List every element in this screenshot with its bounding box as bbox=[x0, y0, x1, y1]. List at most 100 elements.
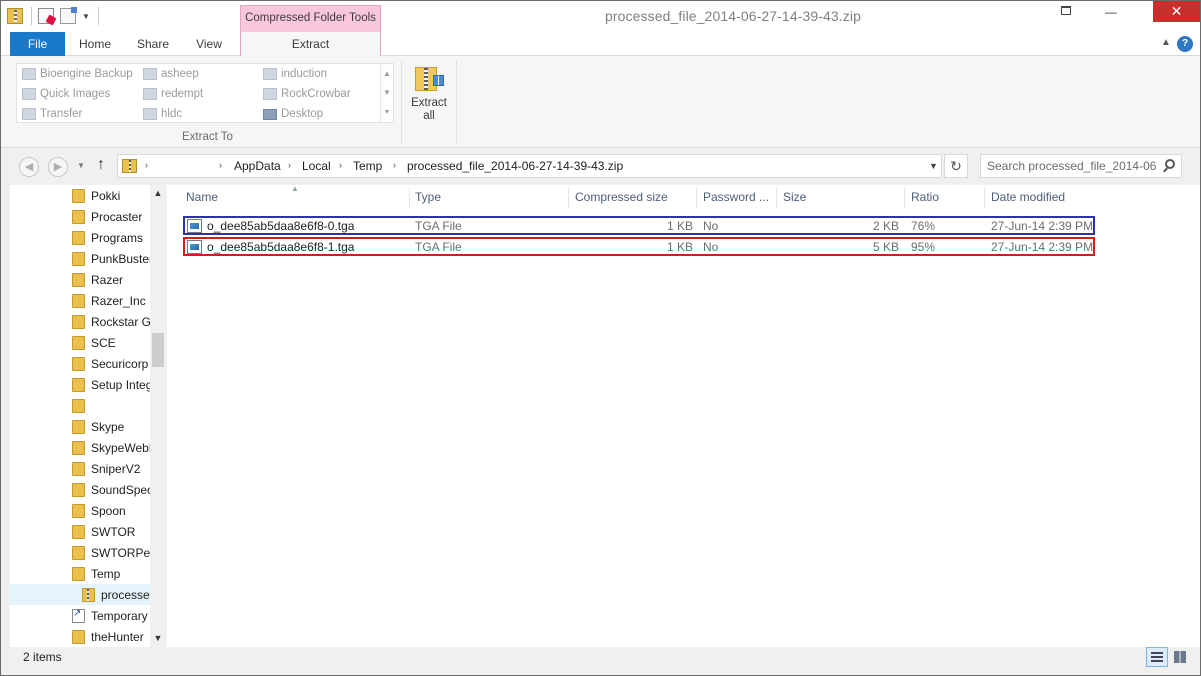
tree-item-selected[interactable]: processe bbox=[10, 584, 150, 605]
extract-to-label: Transfer bbox=[40, 108, 83, 120]
column-divider[interactable] bbox=[568, 188, 569, 208]
tab-view[interactable]: View bbox=[181, 32, 237, 56]
file-size: 5 KB bbox=[873, 240, 900, 254]
breadcrumb-chevron-icon[interactable]: › bbox=[339, 160, 342, 170]
search-box[interactable] bbox=[980, 154, 1182, 178]
details-view-icon[interactable] bbox=[1146, 647, 1168, 667]
column-header-password[interactable]: Password ... bbox=[703, 185, 769, 210]
navigation-pane: Pokki Procaster Programs PunkBuster Raze… bbox=[10, 185, 166, 647]
breadcrumb-chevron-icon[interactable]: › bbox=[145, 160, 148, 170]
tree-item[interactable]: Setup Integ bbox=[10, 374, 150, 395]
tree-item[interactable]: Rockstar Ga bbox=[10, 311, 150, 332]
maximize-button[interactable] bbox=[1133, 1, 1153, 22]
recent-locations-icon[interactable]: ▼ bbox=[77, 161, 85, 170]
tree-item[interactable]: Temporary bbox=[10, 605, 150, 626]
scrollbar-thumb[interactable] bbox=[152, 333, 164, 367]
tree-item[interactable]: SCE bbox=[10, 332, 150, 353]
column-header-type[interactable]: Type bbox=[415, 185, 441, 210]
extract-all-button[interactable]: Extract all bbox=[406, 61, 452, 125]
address-history-icon[interactable]: ▼ bbox=[929, 161, 938, 171]
tab-extract[interactable]: Extract bbox=[240, 32, 381, 56]
extract-to-item[interactable]: hldc bbox=[143, 104, 182, 124]
breadcrumb-chevron-icon[interactable]: › bbox=[288, 160, 291, 170]
column-header-size[interactable]: Size bbox=[783, 185, 806, 210]
back-button[interactable]: ◀ bbox=[19, 157, 39, 177]
extract-to-item[interactable]: Desktop bbox=[263, 104, 323, 124]
properties-icon[interactable] bbox=[38, 8, 54, 24]
extract-to-item[interactable]: Bioengine Backup bbox=[22, 64, 133, 84]
tree-item[interactable]: Skype bbox=[10, 416, 150, 437]
tree-item[interactable]: PunkBuster bbox=[10, 248, 150, 269]
folder-icon bbox=[263, 68, 277, 80]
column-divider[interactable] bbox=[776, 188, 777, 208]
tree-item[interactable]: SkypeWebP bbox=[10, 437, 150, 458]
breadcrumb-chevron-icon[interactable]: › bbox=[219, 160, 222, 170]
tree-item[interactable]: Razer_Inc bbox=[10, 290, 150, 311]
folder-icon bbox=[72, 230, 85, 245]
column-divider[interactable] bbox=[696, 188, 697, 208]
folder-icon bbox=[143, 68, 157, 80]
breadcrumb-temp[interactable]: Temp bbox=[353, 159, 382, 173]
help-icon[interactable]: ? bbox=[1177, 36, 1193, 52]
tree-item[interactable]: Securicorp bbox=[10, 353, 150, 374]
up-arrow-icon[interactable]: ↑ bbox=[97, 156, 105, 174]
tree-item-label: SWTOR bbox=[91, 524, 136, 539]
address-bar[interactable]: › › AppData › Local › Temp › processed_f… bbox=[117, 154, 942, 178]
tree-item[interactable]: theHunter bbox=[10, 626, 150, 647]
column-divider[interactable] bbox=[984, 188, 985, 208]
toolbar-divider bbox=[97, 7, 99, 25]
large-icons-view-icon[interactable] bbox=[1169, 647, 1191, 667]
table-row[interactable]: o_dee85ab5daa8e6f8-0.tga TGA File 1 KB N… bbox=[183, 216, 1095, 235]
scroll-up-icon[interactable]: ▲ bbox=[150, 185, 166, 202]
column-header-compressed-size[interactable]: Compressed size bbox=[575, 185, 668, 210]
breadcrumb-zip[interactable]: processed_file_2014-06-27-14-39-43.zip bbox=[407, 159, 623, 173]
column-header-date-modified[interactable]: Date modified bbox=[991, 185, 1065, 210]
tree-item[interactable]: SWTORPer bbox=[10, 542, 150, 563]
refresh-button[interactable]: ↻ bbox=[944, 154, 968, 178]
search-icon[interactable] bbox=[1165, 159, 1175, 169]
breadcrumb-local[interactable]: Local bbox=[302, 159, 331, 173]
forward-button[interactable]: ▶ bbox=[48, 157, 68, 177]
tree-item[interactable]: SniperV2 bbox=[10, 458, 150, 479]
extract-to-item[interactable]: induction bbox=[263, 64, 327, 84]
tree-item[interactable]: Pokki bbox=[10, 185, 150, 206]
scroll-down-icon[interactable]: ▼ bbox=[150, 630, 166, 647]
folder-icon bbox=[72, 356, 85, 371]
column-divider[interactable] bbox=[409, 188, 410, 208]
extract-to-item[interactable]: RockCrowbar bbox=[263, 84, 351, 104]
column-divider[interactable] bbox=[904, 188, 905, 208]
gallery-scroll-down-icon[interactable]: ▼ bbox=[381, 83, 393, 102]
table-row[interactable]: o_dee85ab5daa8e6f8-1.tga TGA File 1 KB N… bbox=[183, 237, 1095, 256]
tab-share[interactable]: Share bbox=[125, 32, 181, 56]
nav-pane-scrollbar[interactable]: ▲ ▼ bbox=[150, 185, 166, 647]
customize-toolbar-dropdown-icon[interactable]: ▼ bbox=[82, 12, 90, 21]
tree-item[interactable]: Temp bbox=[10, 563, 150, 584]
tree-item[interactable]: SoundSpec bbox=[10, 479, 150, 500]
minimize-button[interactable]: — bbox=[1089, 1, 1133, 22]
gallery-more-icon[interactable]: ▾ bbox=[381, 102, 393, 121]
tree-item[interactable]: SWTOR bbox=[10, 521, 150, 542]
tab-file[interactable]: File bbox=[10, 32, 65, 56]
breadcrumb-chevron-icon[interactable]: › bbox=[393, 160, 396, 170]
gallery-scrollbar[interactable]: ▲ ▼ ▾ bbox=[380, 64, 393, 122]
extract-to-item[interactable]: asheep bbox=[143, 64, 199, 84]
tab-home[interactable]: Home bbox=[65, 32, 125, 56]
collapse-ribbon-icon[interactable]: ▲ bbox=[1161, 37, 1171, 48]
tree-item[interactable]: Programs bbox=[10, 227, 150, 248]
column-header-name[interactable]: Name bbox=[186, 185, 218, 210]
search-input[interactable] bbox=[987, 158, 1157, 174]
tree-item[interactable]: Procaster bbox=[10, 206, 150, 227]
extract-to-item[interactable]: Transfer bbox=[22, 104, 82, 124]
tree-item[interactable]: Razer bbox=[10, 269, 150, 290]
column-header-ratio[interactable]: Ratio bbox=[911, 185, 939, 210]
file-password: No bbox=[703, 219, 719, 233]
gallery-scroll-up-icon[interactable]: ▲ bbox=[381, 64, 393, 83]
restore-icon[interactable] bbox=[1061, 6, 1071, 15]
new-folder-icon[interactable] bbox=[60, 7, 77, 24]
tree-item[interactable] bbox=[10, 395, 150, 416]
extract-to-item[interactable]: redempt bbox=[143, 84, 203, 104]
extract-to-item[interactable]: Quick Images bbox=[22, 84, 110, 104]
close-button[interactable]: ✕ bbox=[1153, 1, 1200, 22]
breadcrumb-appdata[interactable]: AppData bbox=[234, 159, 281, 173]
tree-item[interactable]: Spoon bbox=[10, 500, 150, 521]
